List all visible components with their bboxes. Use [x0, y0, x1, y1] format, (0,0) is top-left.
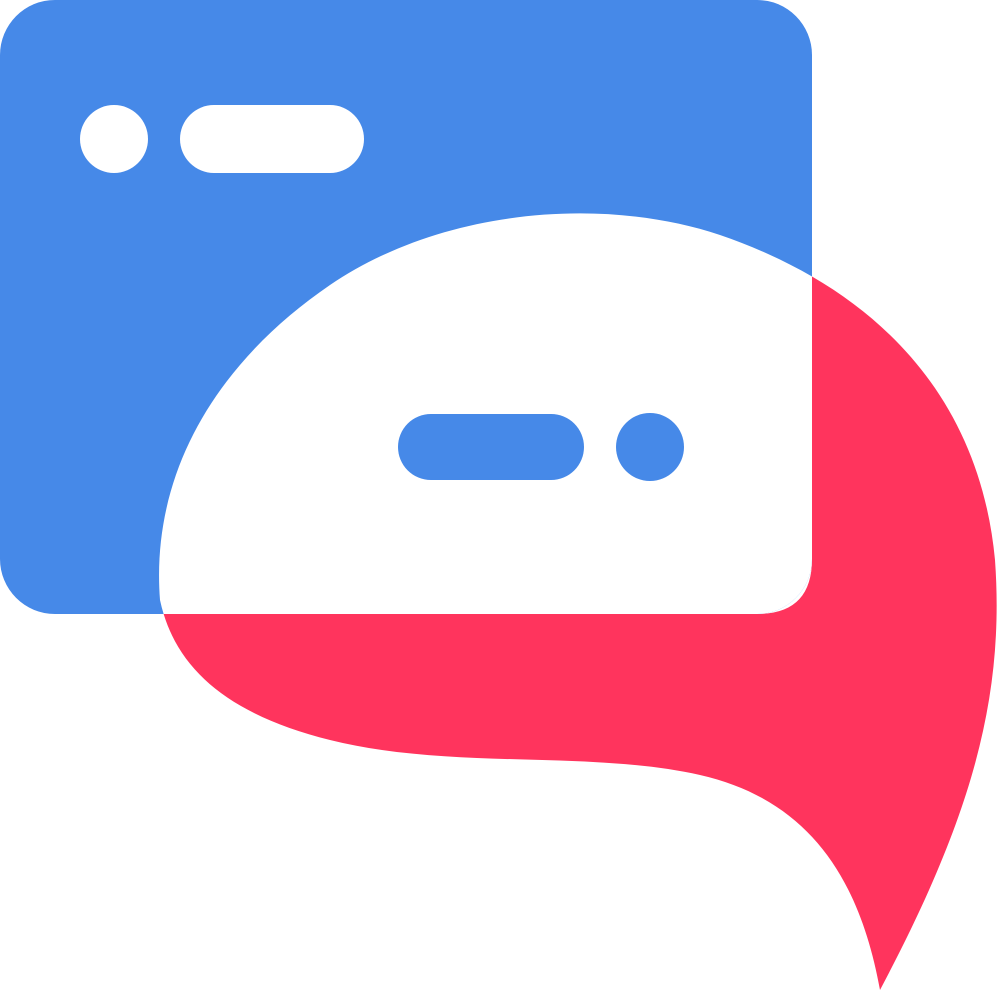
bubble-pill-icon [398, 414, 584, 480]
chat-window-logo [0, 0, 997, 990]
logo-canvas [0, 0, 1000, 1000]
window-pill-icon [180, 105, 364, 173]
bubble-dot-icon [616, 413, 684, 481]
window-dot-icon [80, 105, 148, 173]
